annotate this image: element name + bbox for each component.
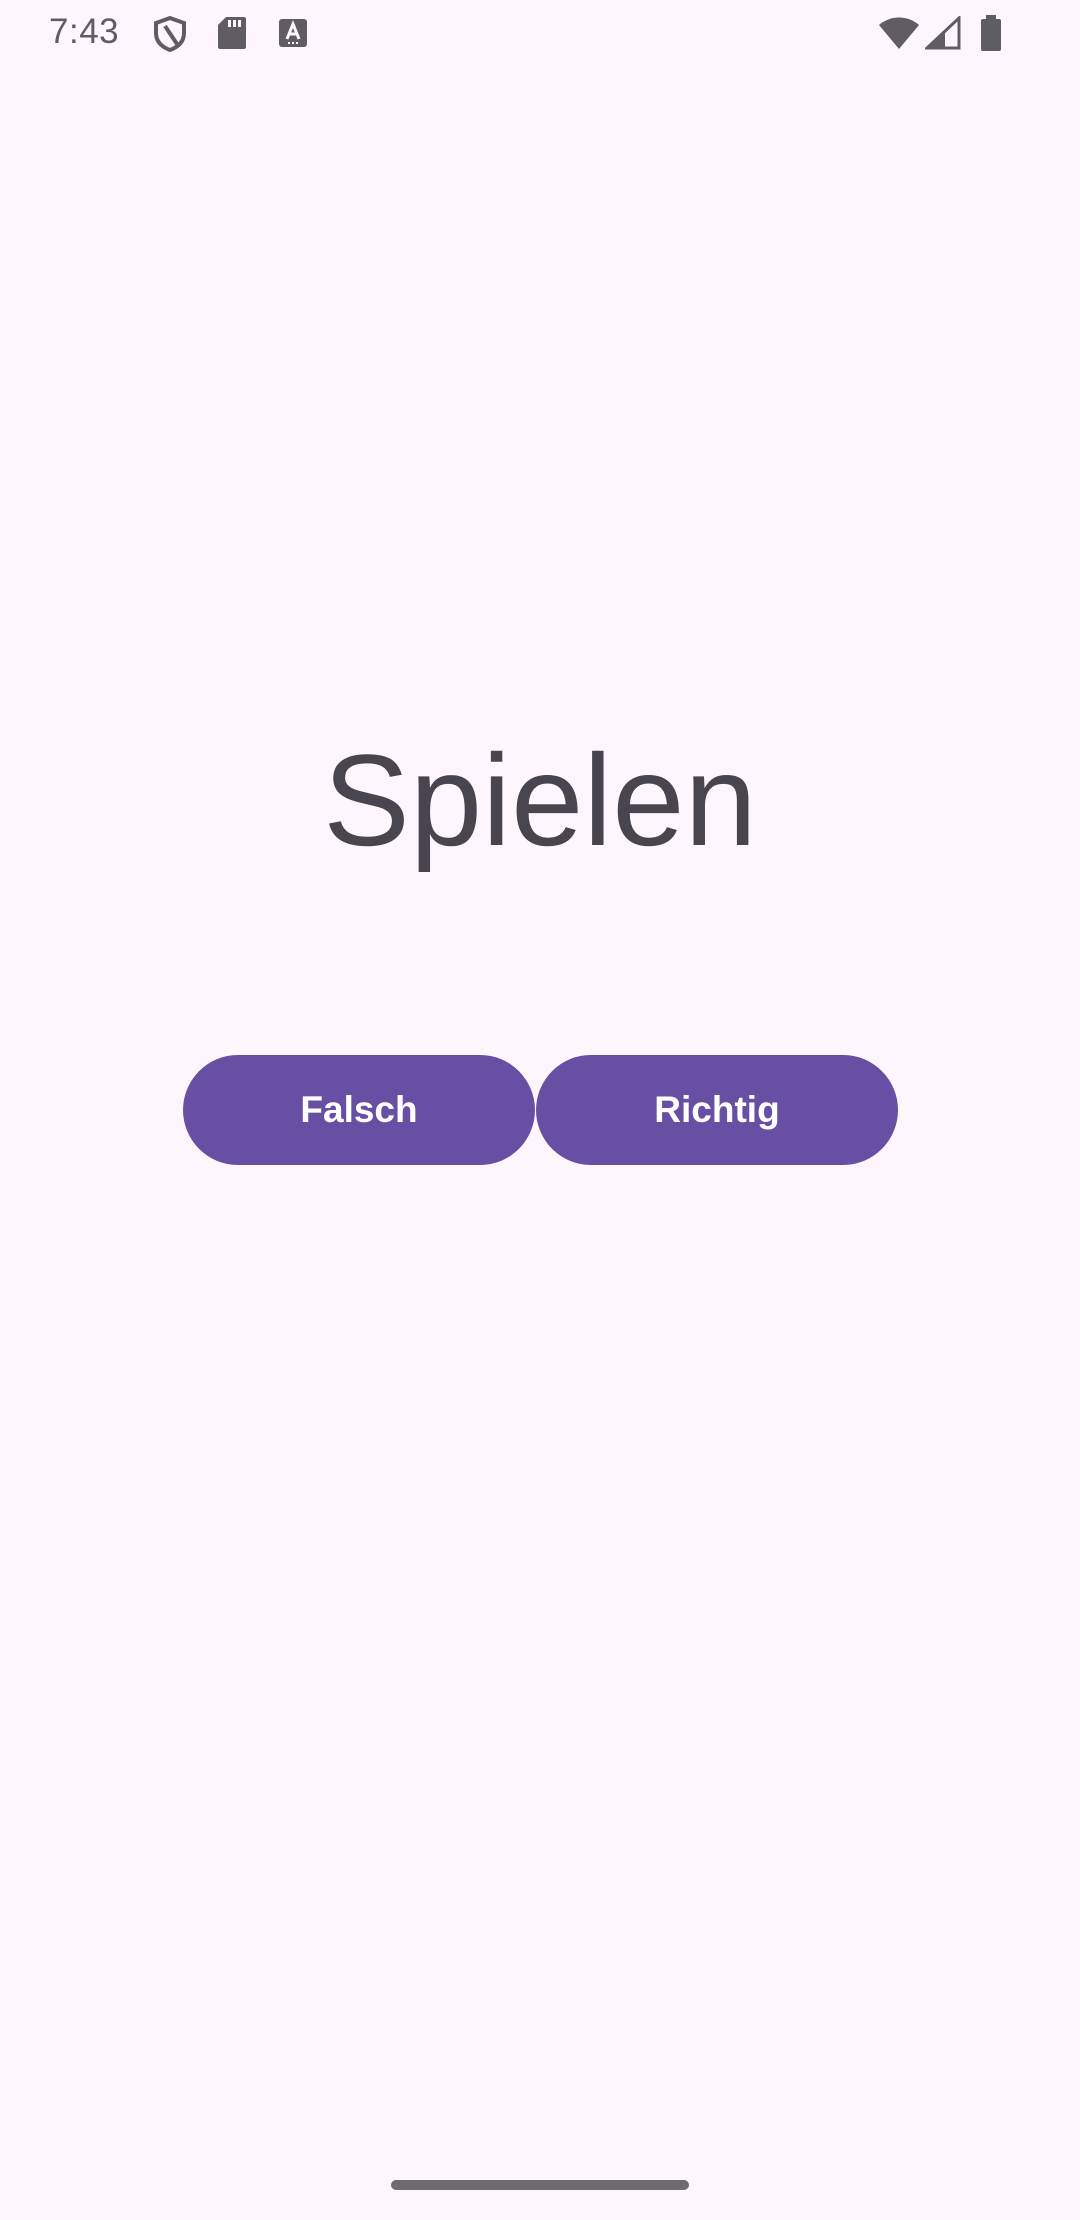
shield-icon	[153, 15, 187, 57]
false-button[interactable]: Falsch	[183, 1055, 535, 1165]
battery-icon	[979, 14, 1003, 57]
status-bar: 7:43	[0, 0, 1080, 66]
wifi-icon	[878, 16, 920, 55]
keyboard-a-icon	[278, 16, 308, 55]
true-button[interactable]: Richtig	[536, 1055, 898, 1165]
status-time: 7:43	[49, 12, 120, 51]
sd-card-icon	[217, 16, 247, 55]
page-title: Spielen	[323, 727, 757, 873]
cell-signal-icon	[923, 14, 961, 55]
home-indicator[interactable]	[391, 2180, 689, 2190]
